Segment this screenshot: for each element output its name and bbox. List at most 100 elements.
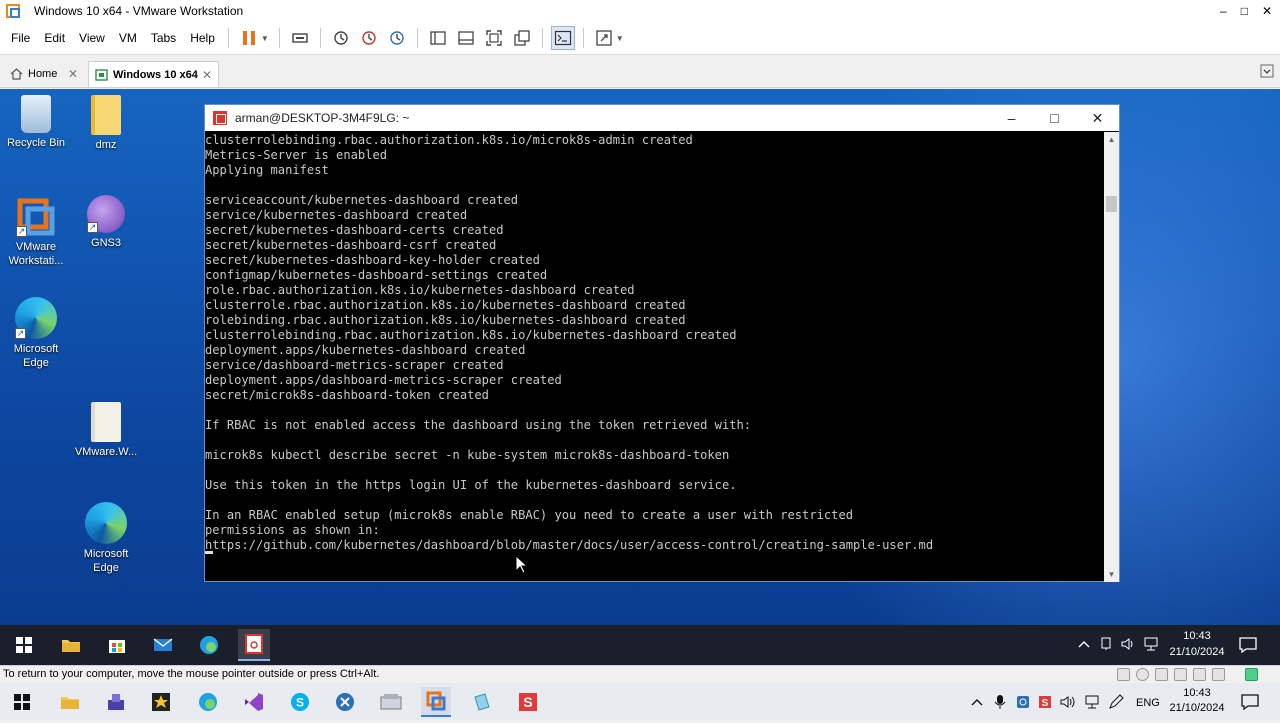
toolbar-separator <box>416 28 418 48</box>
terminal-line: serviceaccount/kubernetes-dashboard crea… <box>205 193 519 207</box>
mail-icon[interactable] <box>147 629 179 661</box>
notes-app-icon[interactable] <box>467 687 497 717</box>
menu-view[interactable]: View <box>72 31 112 45</box>
edge-icon <box>85 502 127 544</box>
windows-start-icon[interactable] <box>8 629 40 661</box>
host-clock[interactable]: 10:43 21/10/2024 <box>1165 686 1229 716</box>
security-icon[interactable] <box>1016 695 1030 712</box>
virtual-drive-icon[interactable] <box>376 687 406 717</box>
network-icon[interactable] <box>1084 695 1100 712</box>
scroll-thumb[interactable] <box>1106 196 1117 212</box>
skype-icon[interactable]: S <box>285 687 315 717</box>
desktop-icon-microsoft-edge[interactable]: ↗ Microsoft Edge <box>1 297 71 370</box>
desktop-icon-vmware-workstation[interactable]: ↗ VMware Workstati... <box>1 197 71 268</box>
terminal-taskbar-icon[interactable] <box>238 629 270 661</box>
chevron-down-icon[interactable]: ▼ <box>616 34 624 43</box>
network-icon[interactable] <box>1143 637 1159 654</box>
terminal-scrollbar[interactable]: ▲ ▼ <box>1104 132 1119 582</box>
toolbar-separator <box>319 28 321 48</box>
terminal-line: service/dashboard-metrics-scraper create… <box>205 358 504 372</box>
desktop-icon-recycle-bin[interactable]: Recycle Bin <box>1 95 71 150</box>
desktop-icon-label: Recycle Bin <box>6 137 66 149</box>
shortcut-arrow-icon: ↗ <box>87 222 98 233</box>
terminal-output[interactable]: clusterrolebinding.rbac.authorization.k8… <box>205 132 1105 582</box>
full-screen-icon[interactable] <box>482 26 506 50</box>
home-icon <box>10 68 23 80</box>
status-message: To return to your computer, move the mou… <box>3 668 380 680</box>
xmind-icon[interactable] <box>330 687 360 717</box>
desktop-icon-vmware-folder[interactable]: VMware.W... <box>71 402 141 459</box>
app-s-icon[interactable]: S <box>513 687 543 717</box>
vmware-workstation-icon[interactable] <box>421 687 451 717</box>
pause-icon[interactable] <box>237 26 261 50</box>
revert-snapshot-icon[interactable] <box>357 26 381 50</box>
star-app-icon[interactable] <box>146 687 176 717</box>
close-tab-icon[interactable]: ✕ <box>202 68 212 82</box>
chevron-up-icon[interactable] <box>970 696 984 710</box>
volume-icon[interactable] <box>1060 695 1076 712</box>
chevron-down-icon[interactable]: ▼ <box>261 34 269 43</box>
terminal-close-button[interactable]: ✕ <box>1076 105 1119 131</box>
desktop-icon-gns3[interactable]: ↗ GNS3 <box>71 195 141 250</box>
scroll-down-icon[interactable]: ▼ <box>1104 567 1119 582</box>
pen-icon[interactable] <box>1108 693 1124 713</box>
desktop-icon-label: GNS3 <box>91 237 121 249</box>
menu-help[interactable]: Help <box>183 31 222 45</box>
sound-card-icon[interactable] <box>1193 668 1206 681</box>
minimize-button[interactable]: – <box>1220 4 1227 18</box>
terminal-minimize-button[interactable]: – <box>990 105 1033 131</box>
notifications-icon[interactable] <box>1235 687 1265 717</box>
menu-edit[interactable]: Edit <box>37 31 72 45</box>
network-tool-icon[interactable] <box>101 687 131 717</box>
scroll-up-icon[interactable]: ▲ <box>1104 132 1119 147</box>
tab-home[interactable]: Home ✕ <box>4 61 84 87</box>
send-ctrl-alt-del-icon[interactable] <box>288 26 312 50</box>
close-tab-icon[interactable]: ✕ <box>68 67 78 81</box>
unity-icon[interactable] <box>510 26 534 50</box>
terminal-line: https://github.com/kubernetes/dashboard/… <box>205 538 934 552</box>
maximize-button[interactable]: □ <box>1241 4 1248 18</box>
terminal-title-bar[interactable]: arman@DESKTOP-3M4F9LG: ~ – □ ✕ <box>205 105 1119 131</box>
volume-icon[interactable] <box>1121 637 1135 654</box>
notifications-icon[interactable] <box>1232 629 1264 661</box>
menu-file[interactable]: File <box>0 31 37 45</box>
guest-clock[interactable]: 10:43 21/10/2024 <box>1165 628 1229 660</box>
terminal-line: secret/kubernetes-dashboard-csrf created <box>205 238 497 252</box>
vmware-tab-strip: Home ✕ Windows 10 x64 ✕ <box>0 56 1280 88</box>
desktop-icon-dmz[interactable]: dmz <box>71 95 141 152</box>
language-indicator[interactable]: ENG <box>1136 697 1160 709</box>
terminal-line: configmap/kubernetes-dashboard-settings … <box>205 268 548 282</box>
snapshot-icon[interactable] <box>329 26 353 50</box>
file-explorer-icon[interactable] <box>55 629 87 661</box>
thumbnail-bar-icon[interactable] <box>454 26 478 50</box>
device-icon[interactable] <box>1099 637 1113 654</box>
edge-icon[interactable] <box>193 687 223 717</box>
message-log-icon[interactable] <box>1245 668 1258 681</box>
terminal-maximize-button[interactable]: □ <box>1033 105 1076 131</box>
hard-disk-icon[interactable] <box>1117 668 1130 681</box>
stretch-guest-icon[interactable] <box>592 26 616 50</box>
usb-icon[interactable] <box>1174 668 1187 681</box>
visual-studio-icon[interactable] <box>239 687 269 717</box>
tab-windows-10-x64[interactable]: Windows 10 x64 ✕ <box>88 61 219 87</box>
close-button[interactable]: ✕ <box>1262 4 1272 18</box>
file-explorer-icon[interactable] <box>55 687 85 717</box>
console-view-icon[interactable] <box>550 26 575 50</box>
network-adapter-icon[interactable] <box>1155 668 1168 681</box>
store-icon[interactable] <box>101 629 133 661</box>
terminal-window[interactable]: arman@DESKTOP-3M4F9LG: ~ – □ ✕ clusterro… <box>204 104 1120 582</box>
menu-vm[interactable]: VM <box>112 31 144 45</box>
windows-start-icon[interactable] <box>7 687 37 717</box>
terminal-line: deployment.apps/kubernetes-dashboard cre… <box>205 343 526 357</box>
snapshot-manager-icon[interactable] <box>385 26 409 50</box>
app-s-tray-icon[interactable]: S <box>1038 695 1052 712</box>
desktop-icon-microsoft-edge-2[interactable]: Microsoft Edge <box>71 502 141 575</box>
tabs-overflow-icon[interactable] <box>1260 64 1274 78</box>
cd-dvd-icon[interactable] <box>1136 668 1149 681</box>
show-library-icon[interactable] <box>426 26 450 50</box>
chevron-up-icon[interactable] <box>1077 638 1091 652</box>
menu-tabs[interactable]: Tabs <box>144 31 183 45</box>
microphone-icon[interactable] <box>994 694 1006 713</box>
edge-icon[interactable] <box>193 629 225 661</box>
display-icon[interactable] <box>1212 668 1225 681</box>
